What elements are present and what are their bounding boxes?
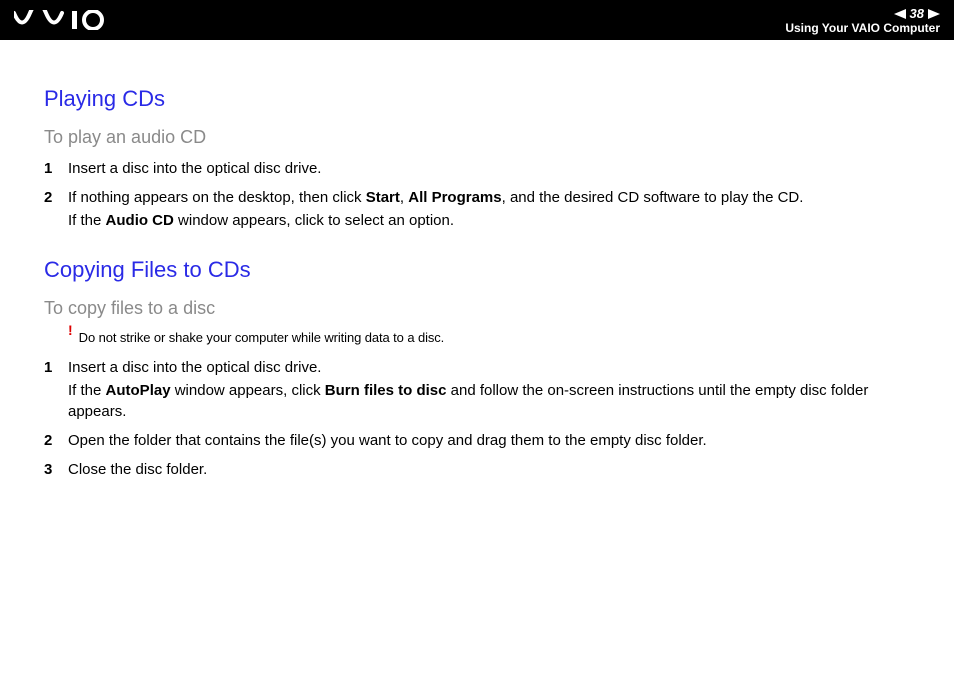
- heading-playing-cds: Playing CDs: [44, 84, 924, 115]
- next-page-arrow-icon[interactable]: [928, 9, 940, 19]
- warning-text: Do not strike or shake your computer whi…: [79, 329, 445, 347]
- step-body: Close the disc folder.: [68, 459, 924, 482]
- prev-page-arrow-icon[interactable]: [894, 9, 906, 19]
- step-item: 2 If nothing appears on the desktop, the…: [44, 187, 924, 233]
- page-header: 38 Using Your VAIO Computer: [0, 0, 954, 40]
- page-nav: 38: [894, 6, 940, 21]
- step-text: Insert a disc into the optical disc driv…: [68, 357, 924, 378]
- step-body: Open the folder that contains the file(s…: [68, 430, 924, 453]
- header-right: 38 Using Your VAIO Computer: [785, 6, 940, 34]
- subheading-play-audio-cd: To play an audio CD: [44, 125, 924, 150]
- steps-play-cd: 1 Insert a disc into the optical disc dr…: [44, 158, 924, 233]
- step-number: 2: [44, 430, 56, 451]
- vaio-logo-svg: [14, 10, 110, 30]
- page-number: 38: [910, 6, 924, 21]
- step-body: Insert a disc into the optical disc driv…: [68, 357, 924, 424]
- step-text: Insert a disc into the optical disc driv…: [68, 158, 924, 179]
- step-number: 2: [44, 187, 56, 208]
- heading-copying-files: Copying Files to CDs: [44, 255, 924, 286]
- header-section-title: Using Your VAIO Computer: [785, 22, 940, 34]
- step-number: 1: [44, 158, 56, 179]
- warning-note: ! Do not strike or shake your computer w…: [68, 329, 924, 347]
- page-content: Playing CDs To play an audio CD 1 Insert…: [0, 40, 954, 524]
- warning-icon: !: [68, 323, 73, 337]
- subheading-copy-files: To copy files to a disc: [44, 296, 924, 321]
- step-number: 3: [44, 459, 56, 480]
- step-item: 1 Insert a disc into the optical disc dr…: [44, 357, 924, 424]
- step-text: Open the folder that contains the file(s…: [68, 430, 924, 451]
- step-item: 3 Close the disc folder.: [44, 459, 924, 482]
- step-text: If the Audio CD window appears, click to…: [68, 210, 924, 231]
- step-item: 2 Open the folder that contains the file…: [44, 430, 924, 453]
- vaio-logo: [14, 10, 110, 30]
- step-item: 1 Insert a disc into the optical disc dr…: [44, 158, 924, 181]
- step-body: If nothing appears on the desktop, then …: [68, 187, 924, 233]
- steps-copy-files: 1 Insert a disc into the optical disc dr…: [44, 357, 924, 482]
- step-text: Close the disc folder.: [68, 459, 924, 480]
- step-text: If the AutoPlay window appears, click Bu…: [68, 380, 924, 422]
- step-number: 1: [44, 357, 56, 378]
- step-text: If nothing appears on the desktop, then …: [68, 187, 924, 208]
- step-body: Insert a disc into the optical disc driv…: [68, 158, 924, 181]
